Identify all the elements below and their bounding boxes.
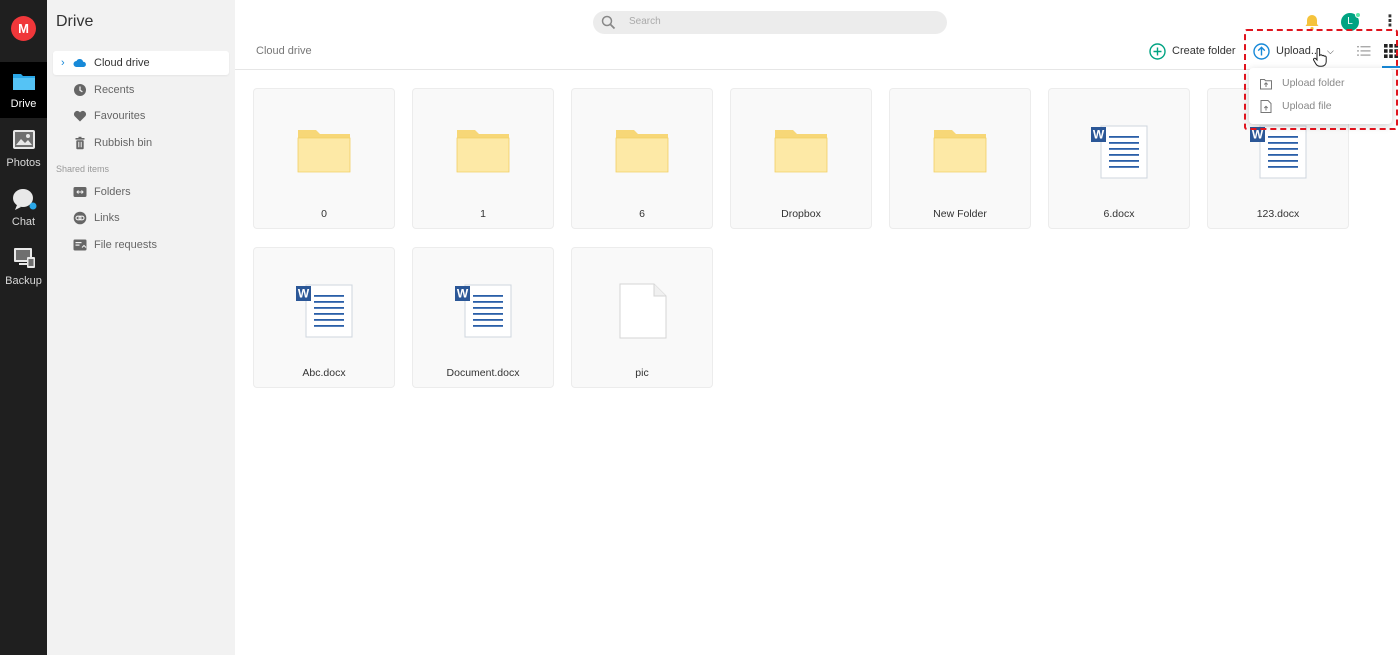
more-options-icon[interactable]: ⋮ (1382, 12, 1398, 32)
folder-icon (297, 130, 351, 173)
rail-label-drive: Drive (10, 98, 37, 110)
word-document-icon: W (296, 284, 353, 338)
search-placeholder: Search (629, 16, 661, 27)
sidebar-item-rubbish-bin[interactable]: Rubbish bin (53, 131, 229, 155)
file-tile[interactable]: 6 (571, 88, 713, 229)
photos-icon (12, 130, 35, 149)
shared-folder-icon (73, 187, 87, 197)
chat-icon (12, 189, 36, 210)
sidebar-item-label: Favourites (94, 110, 146, 122)
sidebar-item-shared-folders[interactable]: Folders (53, 180, 229, 204)
list-view-icon[interactable] (1357, 45, 1371, 57)
divider (235, 69, 1400, 70)
chevron-down-icon: ⌵ (1327, 46, 1334, 56)
sidebar-item-label: Rubbish bin (94, 137, 153, 149)
folder-icon (933, 130, 987, 173)
sidebar-item-label: Recents (94, 84, 135, 96)
generic-file-icon (619, 283, 667, 339)
rail-item-photos[interactable]: Photos (0, 121, 47, 177)
avatar-letter: L (1347, 16, 1353, 27)
file-name: Dropbox (781, 208, 821, 220)
folder-icon (615, 130, 669, 173)
rail-label-photos: Photos (6, 157, 41, 169)
heart-icon (73, 110, 87, 122)
file-name: 123.docx (1256, 208, 1300, 220)
shared-items-section-label: Shared items (56, 164, 110, 174)
hand-pointer-cursor-icon (1313, 48, 1327, 67)
file-tile[interactable]: 1 (412, 88, 554, 229)
menu-item-label: Upload file (1282, 100, 1332, 112)
file-name: 0 (321, 208, 327, 220)
file-tile[interactable]: pic (571, 247, 713, 388)
svg-text:W: W (1252, 128, 1264, 142)
file-name: Document.docx (446, 367, 520, 379)
trash-icon (75, 136, 85, 150)
file-tile[interactable]: W Abc.docx (253, 247, 395, 388)
breadcrumb[interactable]: Cloud drive (256, 45, 312, 57)
app-rail: M Drive Photos Chat Backup (0, 0, 47, 655)
file-tile[interactable]: Dropbox (730, 88, 872, 229)
upload-dropdown-menu: Upload folder Upload file (1249, 68, 1392, 124)
svg-text:W: W (457, 287, 469, 301)
drive-sidebar: Drive › Cloud drive Recents Favourites R… (47, 0, 235, 655)
grid-view-icon[interactable] (1384, 44, 1398, 58)
backup-icon (13, 248, 35, 268)
search-input[interactable]: Search (593, 11, 947, 34)
file-name: 6.docx (1103, 208, 1135, 220)
sidebar-item-label: Links (94, 212, 120, 224)
word-document-icon: W (455, 284, 512, 338)
avatar[interactable]: L (1341, 12, 1361, 31)
file-name: 1 (480, 208, 486, 220)
rail-item-backup[interactable]: Backup (0, 239, 47, 295)
drive-folder-icon (12, 74, 35, 90)
sidebar-item-label: Folders (94, 186, 131, 198)
file-tile[interactable]: New Folder (889, 88, 1031, 229)
rail-label-chat: Chat (11, 216, 36, 228)
sidebar-item-links[interactable]: Links (53, 206, 229, 230)
notification-bell-icon[interactable] (1303, 13, 1321, 31)
word-document-icon: W (1091, 125, 1148, 179)
file-tile[interactable]: W Document.docx (412, 247, 554, 388)
file-name: Abc.docx (302, 367, 346, 379)
plus-circle-icon (1149, 43, 1166, 60)
clock-icon (74, 84, 86, 96)
upload-file-icon (1260, 100, 1272, 113)
mega-logo[interactable]: M (11, 16, 36, 41)
file-request-icon (73, 239, 87, 251)
folder-icon (774, 130, 828, 173)
file-tile[interactable]: 0 (253, 88, 395, 229)
cloud-icon (73, 58, 86, 67)
sidebar-item-cloud-drive[interactable]: › Cloud drive (53, 51, 229, 75)
menu-item-upload-file[interactable]: Upload file (1249, 95, 1392, 117)
file-tile[interactable]: W 6.docx (1048, 88, 1190, 229)
link-icon (73, 211, 87, 225)
sidebar-item-recents[interactable]: Recents (53, 78, 229, 102)
sidebar-item-favourites[interactable]: Favourites (53, 104, 229, 128)
search-icon (601, 15, 616, 30)
sidebar-item-label: Cloud drive (94, 57, 150, 69)
file-name: pic (635, 367, 649, 379)
word-document-icon: W (1250, 125, 1307, 179)
rail-item-chat[interactable]: Chat (0, 180, 47, 236)
app-window: M Drive Photos Chat Backup Drive › Cloud… (0, 0, 1400, 655)
sidebar-title: Drive (56, 13, 94, 30)
menu-item-upload-folder[interactable]: Upload folder (1249, 72, 1392, 94)
rail-item-drive[interactable]: Drive (0, 62, 47, 118)
upload-arrow-icon (1253, 43, 1270, 60)
create-folder-button[interactable]: Create folder (1149, 42, 1236, 62)
menu-item-label: Upload folder (1282, 77, 1345, 89)
folder-icon (456, 130, 510, 173)
sidebar-item-file-requests[interactable]: File requests (53, 233, 229, 257)
online-status-icon (1355, 12, 1361, 18)
rail-label-backup: Backup (5, 275, 42, 287)
file-name: 6 (639, 208, 645, 220)
chevron-right-icon[interactable]: › (61, 51, 65, 75)
create-folder-label: Create folder (1172, 45, 1236, 57)
svg-text:W: W (298, 287, 310, 301)
file-name: New Folder (933, 208, 987, 220)
svg-text:W: W (1093, 128, 1105, 142)
sidebar-item-label: File requests (94, 239, 157, 251)
upload-folder-icon (1260, 79, 1272, 90)
